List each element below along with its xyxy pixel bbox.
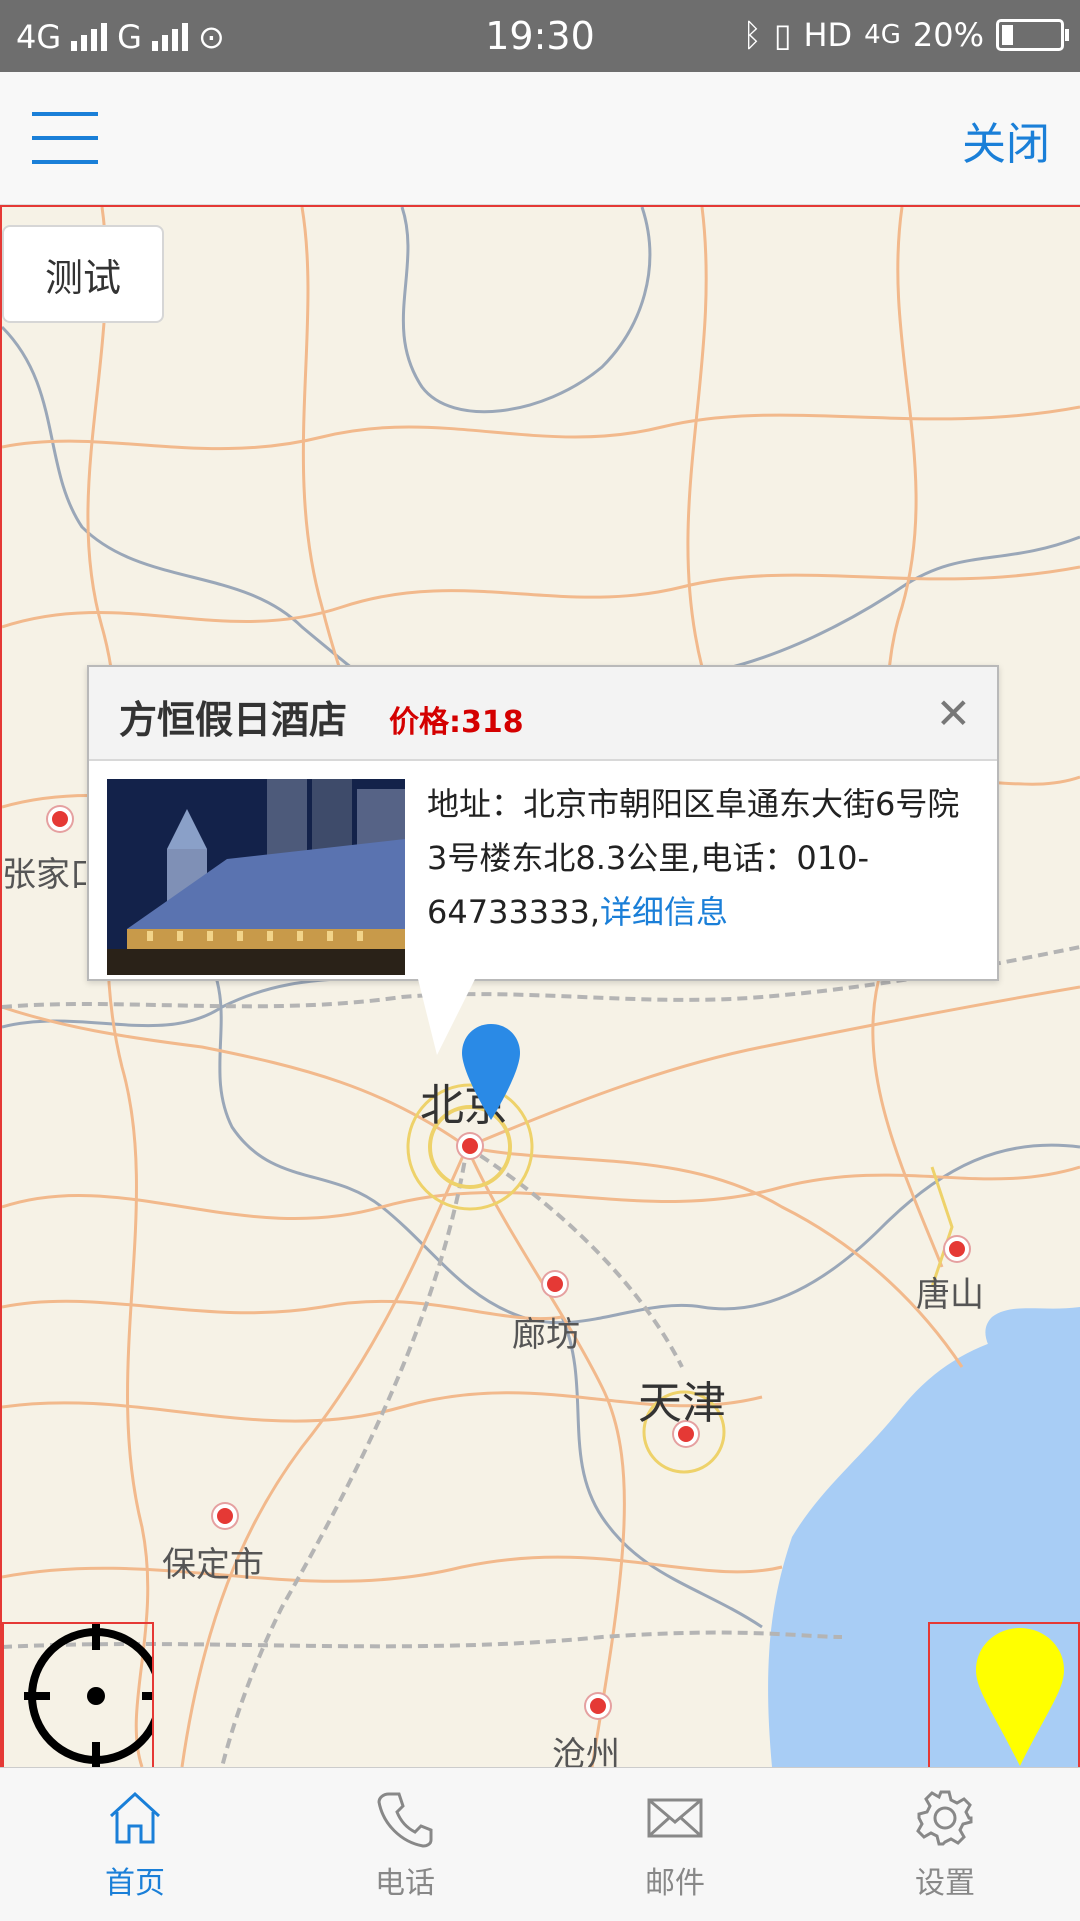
drop-pin-button[interactable] — [928, 1622, 1080, 1767]
map-view[interactable]: 张家口 北京 唐山 廊坊 天津 保定市 沧州 测试 方恒假日酒店 价格:318 … — [0, 205, 1080, 1769]
city-label-langfang: 廊坊 — [512, 1315, 580, 1355]
locate-me-button[interactable] — [2, 1622, 164, 1767]
top-nav-bar: 关闭 — [0, 72, 1080, 205]
tab-label: 电话 — [375, 1865, 435, 1901]
hd-indicator: HD — [803, 16, 853, 54]
tab-settings[interactable]: 设置 — [810, 1768, 1080, 1921]
vibrate-icon: ▯ — [773, 16, 792, 54]
close-button[interactable]: 关闭 — [962, 108, 1050, 172]
city-label-tangshan: 唐山 — [916, 1275, 984, 1315]
detail-info-link[interactable]: 详细信息 — [600, 893, 728, 931]
city-marker — [48, 807, 72, 831]
hotel-address-text: 地址：北京市朝阳区阜通东大街6号院3号楼东北8.3公里,电话：010-64733… — [427, 777, 977, 939]
map-base — [2, 207, 1080, 1767]
popup-close-icon[interactable]: ✕ — [936, 689, 971, 738]
test-button[interactable]: 测试 — [2, 225, 164, 323]
menu-icon[interactable] — [32, 112, 98, 166]
battery-icon — [996, 19, 1069, 51]
tab-mail[interactable]: 邮件 — [540, 1768, 810, 1921]
city-label-baoding: 保定市 — [162, 1545, 264, 1585]
bottom-tab-bar: 首页 电话 邮件 设置 — [0, 1767, 1080, 1921]
location-marker-icon[interactable] — [460, 1022, 522, 1122]
gear-icon — [916, 1790, 973, 1845]
home-icon — [109, 1791, 161, 1843]
city-marker — [586, 1694, 610, 1718]
crosshair-icon — [24, 1624, 164, 1767]
city-marker — [458, 1134, 482, 1158]
yellow-pin-icon — [976, 1628, 1064, 1766]
bluetooth-icon: ᛒ — [742, 16, 762, 54]
hotel-photo — [107, 779, 405, 975]
status-right: ᛒ ▯ HD 4G 20% — [742, 16, 1069, 54]
tab-label: 首页 — [105, 1865, 165, 1901]
city-marker — [543, 1272, 567, 1296]
city-marker — [213, 1504, 237, 1528]
tab-label: 设置 — [915, 1865, 975, 1901]
hotel-name: 方恒假日酒店 — [119, 698, 348, 742]
tab-phone[interactable]: 电话 — [270, 1768, 540, 1921]
status-bar: 4G G ⊙ 19:30 ᛒ ▯ HD 4G 20% — [0, 0, 1080, 72]
popup-header: 方恒假日酒店 价格:318 ✕ — [89, 667, 997, 761]
city-label-tianjin: 天津 — [638, 1378, 726, 1429]
phone-icon — [377, 1792, 433, 1848]
hotel-price: 价格:318 — [389, 705, 524, 740]
battery-percent: 20% — [912, 16, 984, 54]
city-label-cangzhou: 沧州 — [552, 1735, 620, 1769]
city-marker — [945, 1237, 969, 1261]
city-label-zhangjiakou: 张家口 — [2, 855, 86, 895]
tab-label: 邮件 — [645, 1865, 705, 1901]
mail-icon — [647, 1798, 703, 1837]
tab-home[interactable]: 首页 — [0, 1768, 270, 1921]
network-type-3: 4G — [864, 20, 901, 50]
hotel-info-popup: 方恒假日酒店 价格:318 ✕ 地址：北京市朝阳区阜通东大街6号院3号楼东北8.… — [87, 665, 999, 981]
